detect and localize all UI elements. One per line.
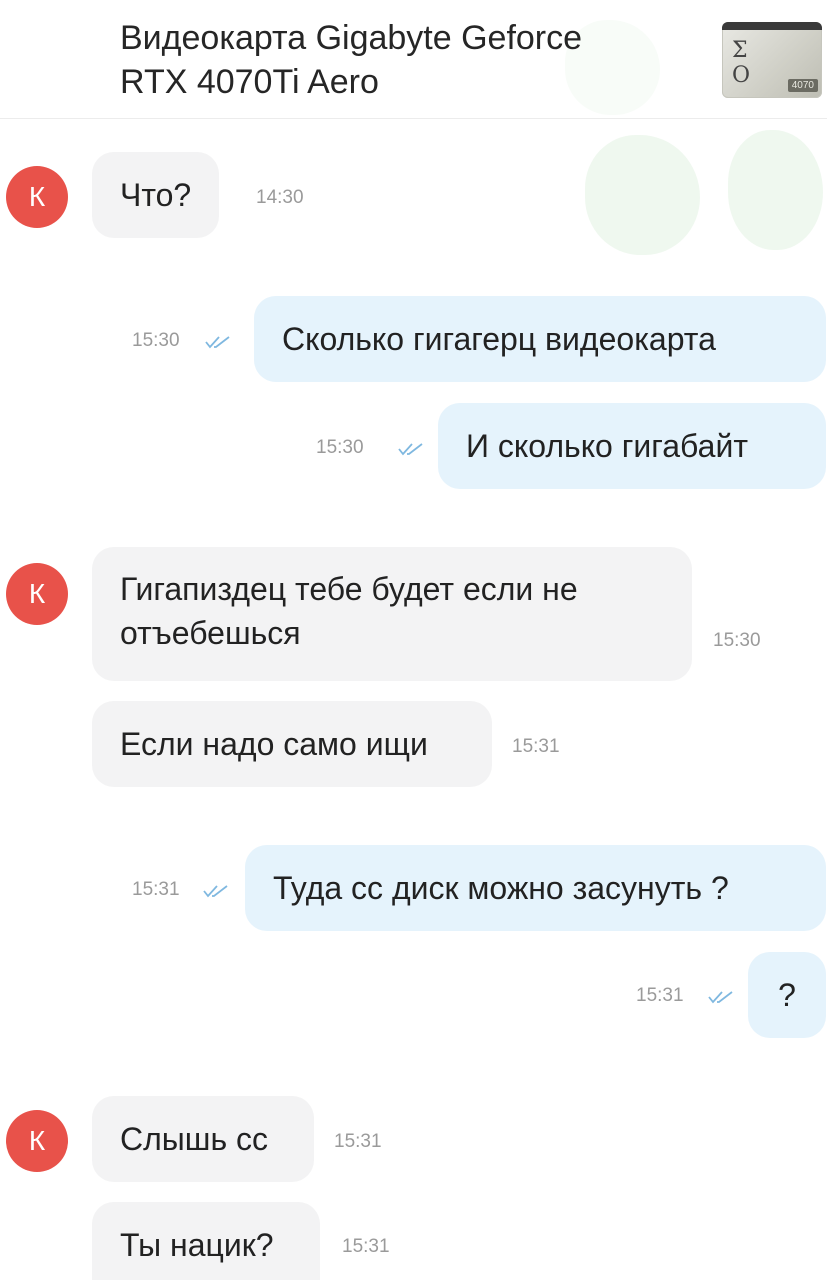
message-time: 15:31 (342, 1236, 390, 1257)
read-checkmarks-icon (708, 991, 733, 1004)
incoming-message[interactable]: Слышь сс (92, 1096, 314, 1182)
incoming-message[interactable]: Гигапиздец тебе будет если не отъебешься (92, 547, 692, 681)
chat-header: Видеокарта Gigabyte Geforce RTX 4070Ti A… (0, 0, 827, 119)
product-thumbnail[interactable]: ΣO 4070 (722, 22, 822, 98)
message-time: 15:31 (636, 985, 684, 1006)
read-checkmarks-icon (398, 443, 423, 456)
avatar[interactable]: К (6, 1110, 68, 1172)
message-time: 15:30 (316, 437, 364, 458)
outgoing-message[interactable]: Туда сс диск можно засунуть ? (245, 845, 826, 931)
listing-title[interactable]: Видеокарта Gigabyte Geforce RTX 4070Ti A… (120, 16, 680, 104)
avatar[interactable]: К (6, 563, 68, 625)
read-checkmarks-icon (205, 336, 230, 349)
incoming-message[interactable]: Если надо само ищи (92, 701, 492, 787)
wallpaper-shape (585, 135, 700, 255)
message-time: 15:30 (132, 330, 180, 351)
avatar[interactable]: К (6, 166, 68, 228)
outgoing-message[interactable]: Сколько гигагерц видеокарта (254, 296, 826, 382)
outgoing-message[interactable]: ? (748, 952, 826, 1038)
incoming-message[interactable]: Ты нацик? (92, 1202, 320, 1280)
read-checkmarks-icon (203, 885, 228, 898)
message-time: 14:30 (256, 187, 304, 208)
message-time: 15:31 (334, 1131, 382, 1152)
message-time: 15:31 (512, 736, 560, 757)
box-model-label: 4070 (787, 79, 818, 92)
message-time: 15:31 (132, 879, 180, 900)
message-time: 15:30 (713, 630, 761, 651)
wallpaper-shape (728, 130, 823, 250)
box-strip (722, 22, 822, 30)
outgoing-message[interactable]: И сколько гигабайт (438, 403, 826, 489)
box-logo-icon: ΣO (732, 38, 751, 88)
incoming-message[interactable]: Что? (92, 152, 220, 238)
